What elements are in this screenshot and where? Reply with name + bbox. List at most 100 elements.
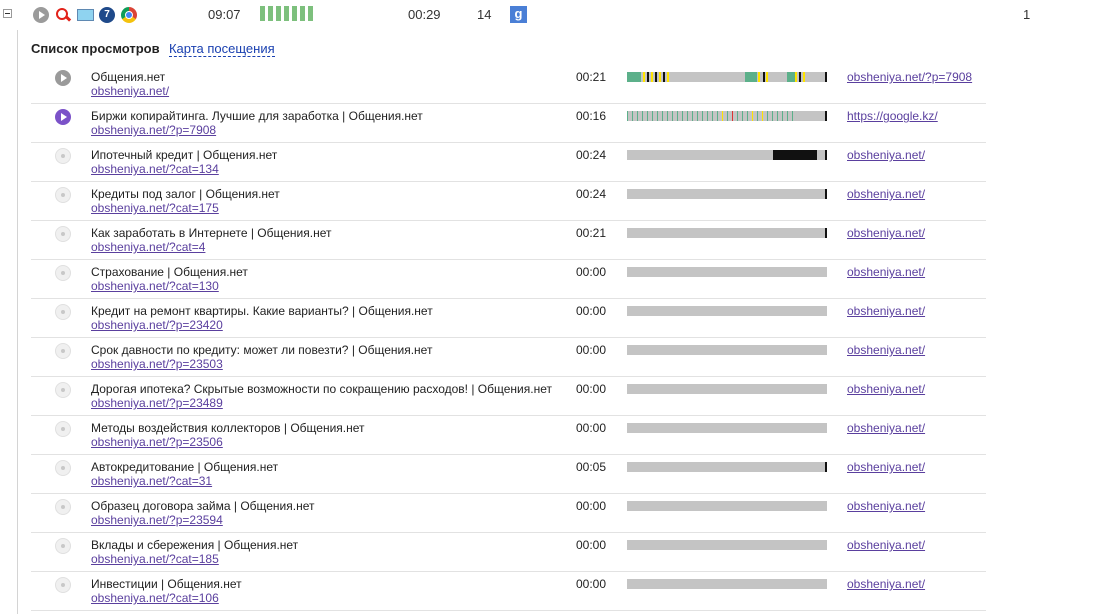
referrer-link[interactable]: obsheniya.net/?p=7908	[847, 70, 972, 84]
page-title: Образец договора займа | Общения.нет	[91, 499, 315, 513]
page-title: Кредиты под залог | Общения.нет	[91, 187, 280, 201]
referrer-link[interactable]: obsheniya.net/	[847, 343, 925, 357]
dot-icon	[55, 343, 71, 359]
page-title: Ипотечный кредит | Общения.нет	[91, 148, 278, 162]
activity-timeline	[627, 579, 827, 589]
page-url-link[interactable]: obsheniya.net/	[91, 84, 169, 98]
activity-timeline	[627, 345, 827, 355]
list-item: Общения.нет obsheniya.net/00:21 obsheniya.…	[31, 65, 986, 104]
activity-timeline	[627, 501, 827, 511]
list-item: Кредит на ремонт квартиры. Какие вариант…	[31, 299, 986, 338]
view-duration: 00:00	[576, 304, 607, 318]
page-url-link[interactable]: obsheniya.net/?p=23594	[91, 513, 223, 527]
search-icon	[55, 7, 72, 23]
dot-icon	[55, 148, 71, 164]
section-header: Список просмотров Карта посещения	[31, 41, 275, 57]
view-duration: 00:21	[576, 70, 607, 84]
screen-icon	[77, 9, 94, 21]
page-title: Автокредитование | Общения.нет	[91, 460, 279, 474]
list-item: Страхование | Общения.нет obsheniya.net/?…	[31, 260, 986, 299]
pageviews-count: 14	[477, 7, 492, 22]
dot-icon	[55, 460, 71, 476]
referrer-link[interactable]: obsheniya.net/	[847, 460, 925, 474]
view-duration: 00:21	[576, 226, 607, 240]
referrer-link[interactable]: obsheniya.net/	[847, 148, 925, 162]
page-url-link[interactable]: obsheniya.net/?p=23420	[91, 318, 223, 332]
visit-summary-row[interactable]: 7 09:07 00:29 14 g 1	[17, 0, 1097, 30]
page-url-link[interactable]: obsheniya.net/?cat=175	[91, 201, 219, 215]
page-url-link[interactable]: obsheniya.net/?cat=4	[91, 240, 205, 254]
google-icon: g	[510, 6, 527, 23]
referrer-link[interactable]: obsheniya.net/	[847, 265, 925, 279]
activity-timeline	[627, 267, 827, 277]
page-title: Методы воздействия коллекторов | Общения…	[91, 421, 365, 435]
list-item: Вклады и сбережения | Общения.нет obsheni…	[31, 533, 986, 572]
dot-icon	[55, 187, 71, 203]
dot-icon	[55, 538, 71, 554]
activity-bars	[260, 6, 313, 21]
referrer-link[interactable]: obsheniya.net/	[847, 187, 925, 201]
activity-timeline	[627, 540, 827, 550]
page-url-link[interactable]: obsheniya.net/?cat=130	[91, 279, 219, 293]
page-url-link[interactable]: obsheniya.net/?p=7908	[91, 123, 216, 137]
list-item: Биржи копирайтинга. Лучшие для заработка…	[31, 104, 986, 143]
page-url-link[interactable]: obsheniya.net/?cat=31	[91, 474, 212, 488]
list-item: Ипотечный кредит | Общения.нет obsheniya.…	[31, 143, 986, 182]
activity-timeline	[627, 150, 827, 160]
visits-count: 1	[1023, 7, 1031, 22]
section-title: Список просмотров	[31, 41, 160, 56]
dot-icon	[55, 304, 71, 320]
page-title: Биржи копирайтинга. Лучшие для заработка…	[91, 109, 423, 123]
purple-play-icon[interactable]	[55, 109, 71, 125]
page-title: Дорогая ипотека? Скрытые возможности по …	[91, 382, 552, 396]
referrer-link[interactable]: https://google.kz/	[847, 109, 938, 123]
view-duration: 00:16	[576, 109, 607, 123]
windows7-icon: 7	[99, 7, 115, 23]
page-title: Общения.нет	[91, 70, 166, 84]
visit-time: 09:07	[208, 7, 241, 22]
chrome-icon	[121, 7, 137, 23]
play-icon[interactable]	[33, 7, 49, 23]
page-url-link[interactable]: obsheniya.net/?cat=185	[91, 552, 219, 566]
activity-timeline	[627, 189, 827, 199]
list-item: Кредиты под залог | Общения.нет obsheniya…	[31, 182, 986, 221]
page-title: Кредит на ремонт квартиры. Какие вариант…	[91, 304, 433, 318]
page-title: Как заработать в Интернете | Общения.нет	[91, 226, 332, 240]
referrer-link[interactable]: obsheniya.net/	[847, 421, 925, 435]
referrer-link[interactable]: obsheniya.net/	[847, 538, 925, 552]
view-duration: 00:00	[576, 538, 607, 552]
collapse-toggle-icon[interactable]	[3, 9, 12, 18]
referrer-link[interactable]: obsheniya.net/	[847, 382, 925, 396]
list-item: Методы воздействия коллекторов | Общения…	[31, 416, 986, 455]
page-url-link[interactable]: obsheniya.net/?cat=106	[91, 591, 219, 605]
activity-timeline	[627, 72, 827, 82]
page-title: Страхование | Общения.нет	[91, 265, 248, 279]
dot-icon	[55, 499, 71, 515]
pageview-list: Общения.нет obsheniya.net/00:21 obsheniya.…	[31, 65, 986, 611]
view-duration: 00:00	[576, 382, 607, 396]
view-duration: 00:05	[576, 460, 607, 474]
page-url-link[interactable]: obsheniya.net/?p=23506	[91, 435, 223, 449]
page-url-link[interactable]: obsheniya.net/?cat=134	[91, 162, 219, 176]
activity-timeline	[627, 111, 827, 121]
visit-map-link[interactable]: Карта посещения	[168, 41, 275, 57]
view-duration: 00:00	[576, 499, 607, 513]
list-item: Как заработать в Интернете | Общения.нет…	[31, 221, 986, 260]
referrer-link[interactable]: obsheniya.net/	[847, 499, 925, 513]
visit-duration: 00:29	[408, 7, 441, 22]
dot-icon	[55, 265, 71, 281]
list-item: Инвестиции | Общения.нет obsheniya.net/?c…	[31, 572, 986, 611]
referrer-link[interactable]: obsheniya.net/	[847, 577, 925, 591]
dot-icon	[55, 226, 71, 242]
referrer-link[interactable]: obsheniya.net/	[847, 226, 925, 240]
page-url-link[interactable]: obsheniya.net/?p=23503	[91, 357, 223, 371]
dot-icon	[55, 577, 71, 593]
list-item: Автокредитование | Общения.нет obsheniya.…	[31, 455, 986, 494]
dot-icon	[55, 382, 71, 398]
view-duration: 00:24	[576, 148, 607, 162]
list-item: Дорогая ипотека? Скрытые возможности по …	[31, 377, 986, 416]
page-url-link[interactable]: obsheniya.net/?p=23489	[91, 396, 223, 410]
referrer-link[interactable]: obsheniya.net/	[847, 304, 925, 318]
list-item: Срок давности по кредиту: может ли повез…	[31, 338, 986, 377]
gray-play-icon[interactable]	[55, 70, 71, 86]
